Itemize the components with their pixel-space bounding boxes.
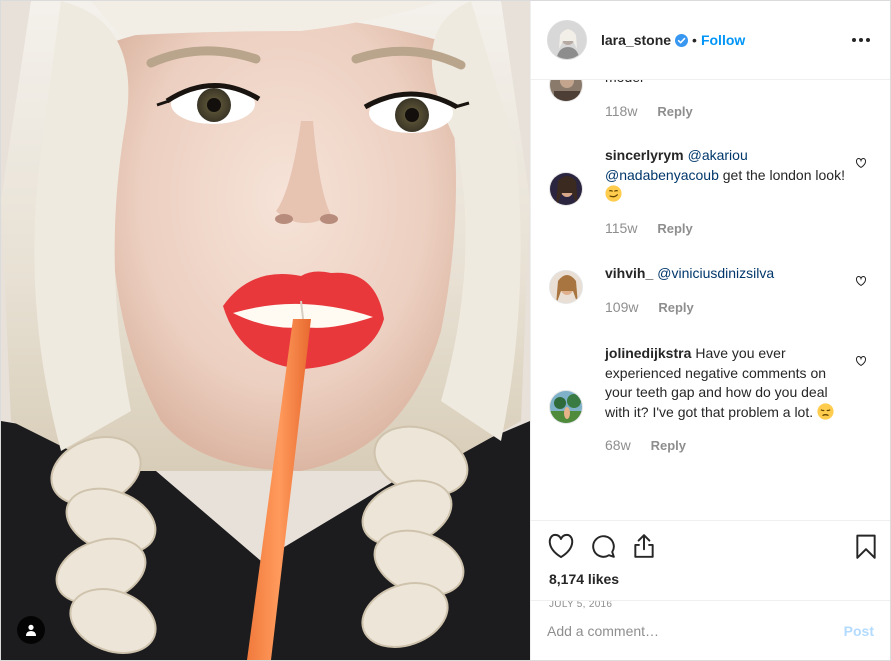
likes-count[interactable]: 8,174 likes bbox=[549, 571, 619, 587]
post-photo[interactable] bbox=[1, 1, 530, 660]
comment-item: model 118w Reply bbox=[531, 80, 890, 138]
comment-item: vihvih_ @viniciusdinizsilva 109w Reply bbox=[531, 264, 890, 334]
author-avatar[interactable] bbox=[547, 20, 587, 60]
reply-button[interactable]: Reply bbox=[657, 221, 692, 236]
bookmark-icon[interactable] bbox=[854, 534, 878, 560]
comment-username[interactable]: jolinedijkstra bbox=[605, 345, 691, 361]
comment-time: 115w bbox=[605, 219, 638, 236]
comment-mention[interactable]: @viniciusdinizsilva bbox=[657, 265, 774, 281]
more-options-icon[interactable] bbox=[848, 34, 874, 46]
comment-username[interactable]: sincerlyrym bbox=[605, 147, 684, 163]
reply-button[interactable]: Reply bbox=[658, 300, 693, 315]
like-comment-icon[interactable] bbox=[855, 354, 867, 370]
comment-time: 68w bbox=[605, 437, 631, 453]
comment-item: jolinedijkstra Have you ever experienced … bbox=[531, 344, 890, 474]
comment-input[interactable] bbox=[547, 622, 844, 639]
comment-time: 109w bbox=[605, 298, 639, 315]
tagged-user-button[interactable] bbox=[17, 616, 45, 644]
comment-item: sincerlyrym @akariou @nadabenyacoub get t… bbox=[531, 146, 890, 246]
like-comment-icon[interactable] bbox=[855, 156, 867, 172]
comment-text: model bbox=[605, 80, 643, 85]
comment-mention[interactable]: @nadabenyacoub bbox=[605, 167, 719, 183]
comment-avatar[interactable] bbox=[549, 172, 583, 206]
verified-badge-icon bbox=[675, 33, 689, 47]
separator-dot: • bbox=[692, 32, 697, 48]
like-comment-icon[interactable] bbox=[855, 274, 867, 290]
comment-icon[interactable] bbox=[589, 533, 617, 559]
comment-text: get the london look! bbox=[722, 166, 845, 183]
portrait-image bbox=[1, 1, 530, 660]
share-icon[interactable] bbox=[631, 533, 657, 559]
reply-button[interactable]: Reply bbox=[657, 104, 692, 119]
post-actions: 8,174 likes JULY 5, 2016 Post bbox=[531, 520, 890, 660]
author-username[interactable]: lara_stone bbox=[601, 32, 671, 48]
heart-icon[interactable] bbox=[547, 533, 575, 559]
comment-time: 118w bbox=[605, 102, 638, 119]
comment-avatar[interactable] bbox=[549, 270, 583, 304]
user-icon bbox=[26, 624, 36, 636]
smirking-face-emoji bbox=[605, 185, 622, 202]
post-comment-button[interactable]: Post bbox=[844, 623, 874, 639]
post-side-panel: lara_stone • Follow model bbox=[530, 1, 890, 660]
post-header: lara_stone • Follow bbox=[531, 1, 890, 80]
reply-button[interactable]: Reply bbox=[651, 438, 686, 453]
comment-avatar[interactable] bbox=[549, 390, 583, 424]
pensive-face-emoji bbox=[817, 402, 834, 420]
comment-avatar[interactable] bbox=[549, 80, 583, 102]
comment-username[interactable]: vihvih_ bbox=[605, 265, 653, 281]
comment-mention[interactable]: @akariou bbox=[688, 147, 748, 163]
comments-list[interactable]: model 118w Reply sincerlyrym@akariou @na… bbox=[531, 80, 890, 520]
add-comment-bar: Post bbox=[531, 600, 890, 660]
follow-button[interactable]: Follow bbox=[701, 32, 745, 48]
instagram-post: lara_stone • Follow model bbox=[0, 0, 891, 661]
